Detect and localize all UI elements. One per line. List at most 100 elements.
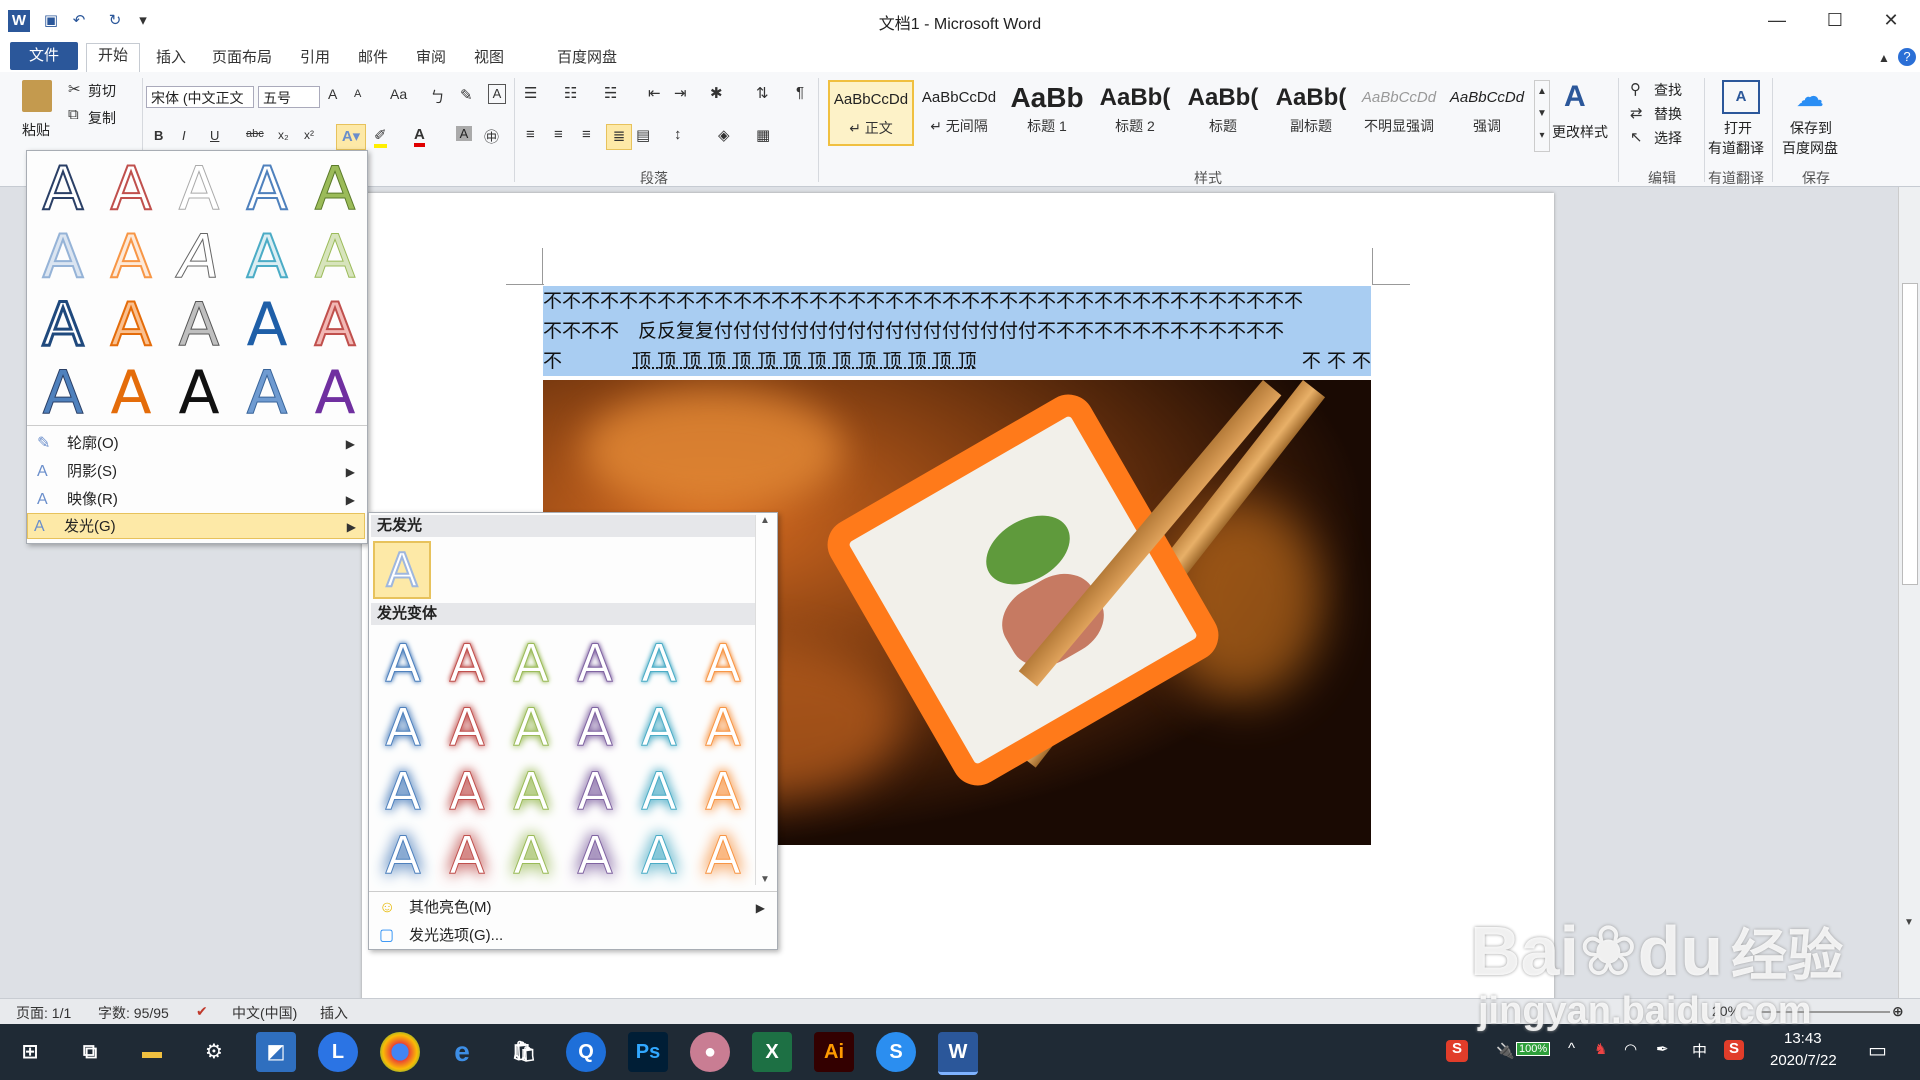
effect-style-6[interactable]: A [33,224,93,290]
tab-file[interactable]: 文件 [10,42,78,70]
collapse-ribbon-icon[interactable]: ▲ [1876,46,1892,70]
tab-mailings[interactable]: 邮件 [352,46,394,70]
effect-style-18[interactable]: A [169,361,229,425]
style-heading-1[interactable]: AaBb 标题 1 [1004,80,1090,146]
ime-indicator[interactable]: 中 [1692,1040,1707,1061]
italic-button[interactable]: I [182,128,186,143]
cut-icon[interactable]: ✂ [68,80,81,98]
shading-icon[interactable]: ◈ [718,126,730,144]
scroll-up-icon[interactable]: ▲ [756,515,774,526]
word-count[interactable]: 字数: 95/95 [98,1003,169,1023]
baidu-save-to-label[interactable]: 保存到 [1790,118,1832,138]
tab-insert[interactable]: 插入 [150,46,192,70]
wifi-icon[interactable]: ◠ [1624,1040,1637,1058]
maximize-button[interactable]: ☐ [1812,6,1858,34]
find-button[interactable]: 查找 [1654,80,1682,100]
effect-style-9[interactable]: A [237,224,297,290]
baidu-netdisk-icon[interactable]: ☁ [1796,80,1824,113]
line-spacing-icon[interactable]: ↕ [674,126,682,143]
decrease-indent-icon[interactable]: ⇤ [648,84,661,102]
style-emphasis[interactable]: AaBbCcDd 强调 [1444,80,1530,146]
style-no-spacing[interactable]: AaBbCcDd ↵ 无间隔 [916,80,1002,146]
menu-shadow[interactable]: A 阴影(S) ▶ [31,459,363,485]
align-right-icon[interactable]: ≡ [582,126,591,143]
grow-font-icon[interactable]: A [328,86,337,102]
copy-button[interactable]: 复制 [88,108,116,128]
glow-variant-r1-c6[interactable]: A [695,633,751,695]
menu-more-glow-colors[interactable]: ☺ 其他亮色(M) ▶ [373,895,773,921]
replace-icon[interactable]: ⇄ [1630,104,1643,122]
effect-style-2[interactable]: A [101,156,161,222]
scroll-thumb[interactable] [1902,283,1918,585]
effect-style-13[interactable]: A [169,293,229,358]
file-explorer-icon[interactable]: ▬ [132,1032,172,1072]
numbering-icon[interactable]: ☷ [564,84,577,102]
select-button[interactable]: 选择 [1654,128,1682,148]
effect-style-3[interactable]: A [169,157,229,222]
align-center-icon[interactable]: ≡ [554,126,563,143]
align-left-icon[interactable]: ≡ [526,126,535,143]
subscript-button[interactable]: x₂ [278,128,289,142]
highlight-color-icon[interactable]: ✐ [374,126,387,148]
effect-style-20[interactable]: A [305,361,365,425]
proofing-icon[interactable]: ✔ [196,1003,208,1020]
document-line-1[interactable]: 不不不不不不不不不不不不不不不不不不不不不不不不不不不不不不不不不不不不不不不不 [543,286,1371,316]
glow-variant-r4-c5[interactable]: A [631,825,687,887]
tray-expand-icon[interactable]: ^ [1568,1040,1575,1057]
glow-variant-r1-c2[interactable]: A [439,633,495,695]
glow-variant-r4-c2[interactable]: A [439,825,495,887]
shrink-font-icon[interactable]: A [354,88,361,100]
superscript-button[interactable]: x² [304,128,314,142]
power-icon[interactable]: 🔌 [1496,1042,1515,1060]
glow-variant-r4-c6[interactable]: A [695,825,751,887]
excel-icon[interactable]: X [752,1032,792,1072]
glow-variant-r2-c5[interactable]: A [631,697,687,759]
glow-variant-r3-c4[interactable]: A [567,761,623,823]
tab-references[interactable]: 引用 [294,46,336,70]
underline-button[interactable]: U [210,128,219,143]
photoshop-icon[interactable]: Ps [628,1032,668,1072]
glow-variant-r1-c1[interactable]: A [375,633,431,695]
show-marks-icon[interactable]: ¶ [796,84,804,101]
chrome-icon[interactable] [380,1032,420,1072]
glow-variant-r2-c3[interactable]: A [503,697,559,759]
paste-button[interactable]: 粘贴 [22,120,50,140]
youdao-translate-icon[interactable]: A [1722,80,1760,114]
glow-variant-r2-c4[interactable]: A [567,697,623,759]
q-app-icon[interactable]: Q [566,1032,606,1072]
page-count[interactable]: 页面: 1/1 [16,1003,71,1023]
borders-icon[interactable]: ▦ [756,126,770,144]
paste-icon[interactable] [22,80,52,112]
effect-style-7[interactable]: A [101,224,161,290]
glow-variant-r3-c5[interactable]: A [631,761,687,823]
minimize-button[interactable]: — [1754,6,1800,34]
scroll-down-icon[interactable]: ▼ [756,874,774,885]
styles-scroll-icon[interactable]: ▲ ▼ ▾ [1534,80,1550,152]
enclose-char-icon[interactable]: ㊥ [484,126,499,147]
tab-review[interactable]: 审阅 [410,46,452,70]
baidu-name-label[interactable]: 百度网盘 [1782,138,1838,158]
illustrator-icon[interactable]: Ai [814,1032,854,1072]
tab-baidu-netdisk[interactable]: 百度网盘 [552,46,622,70]
style-subtitle[interactable]: AaBb( 副标题 [1268,80,1354,146]
task-view-icon[interactable]: ⧉ [70,1032,110,1072]
notification-icon[interactable]: ▭ [1868,1038,1887,1063]
zoom-in-icon[interactable]: ⊕ [1892,1003,1904,1020]
replace-button[interactable]: 替换 [1654,104,1682,124]
glow-variant-r1-c4[interactable]: A [567,633,623,695]
youdao-name-label[interactable]: 有道翻译 [1708,138,1764,158]
clear-format-icon[interactable]: ✎ [460,86,473,104]
style-subtle-emphasis[interactable]: AaBbCcDd 不明显强调 [1356,80,1442,146]
clock-date[interactable]: 2020/7/22 [1770,1052,1837,1069]
insert-mode[interactable]: 插入 [320,1003,348,1023]
glow-variant-r3-c1[interactable]: A [375,761,431,823]
close-button[interactable]: ✕ [1868,6,1914,34]
text-effects-button[interactable]: A▾ [336,124,366,150]
ie-icon[interactable]: e [442,1032,482,1072]
menu-outline[interactable]: ✎ 轮廓(O) ▶ [31,431,363,457]
glow-variant-r2-c2[interactable]: A [439,697,495,759]
font-color-icon[interactable]: A [414,126,425,147]
char-shading-icon[interactable]: A [456,126,472,141]
distributed-icon[interactable]: ▤ [636,126,650,144]
select-icon[interactable]: ↖ [1630,128,1643,146]
